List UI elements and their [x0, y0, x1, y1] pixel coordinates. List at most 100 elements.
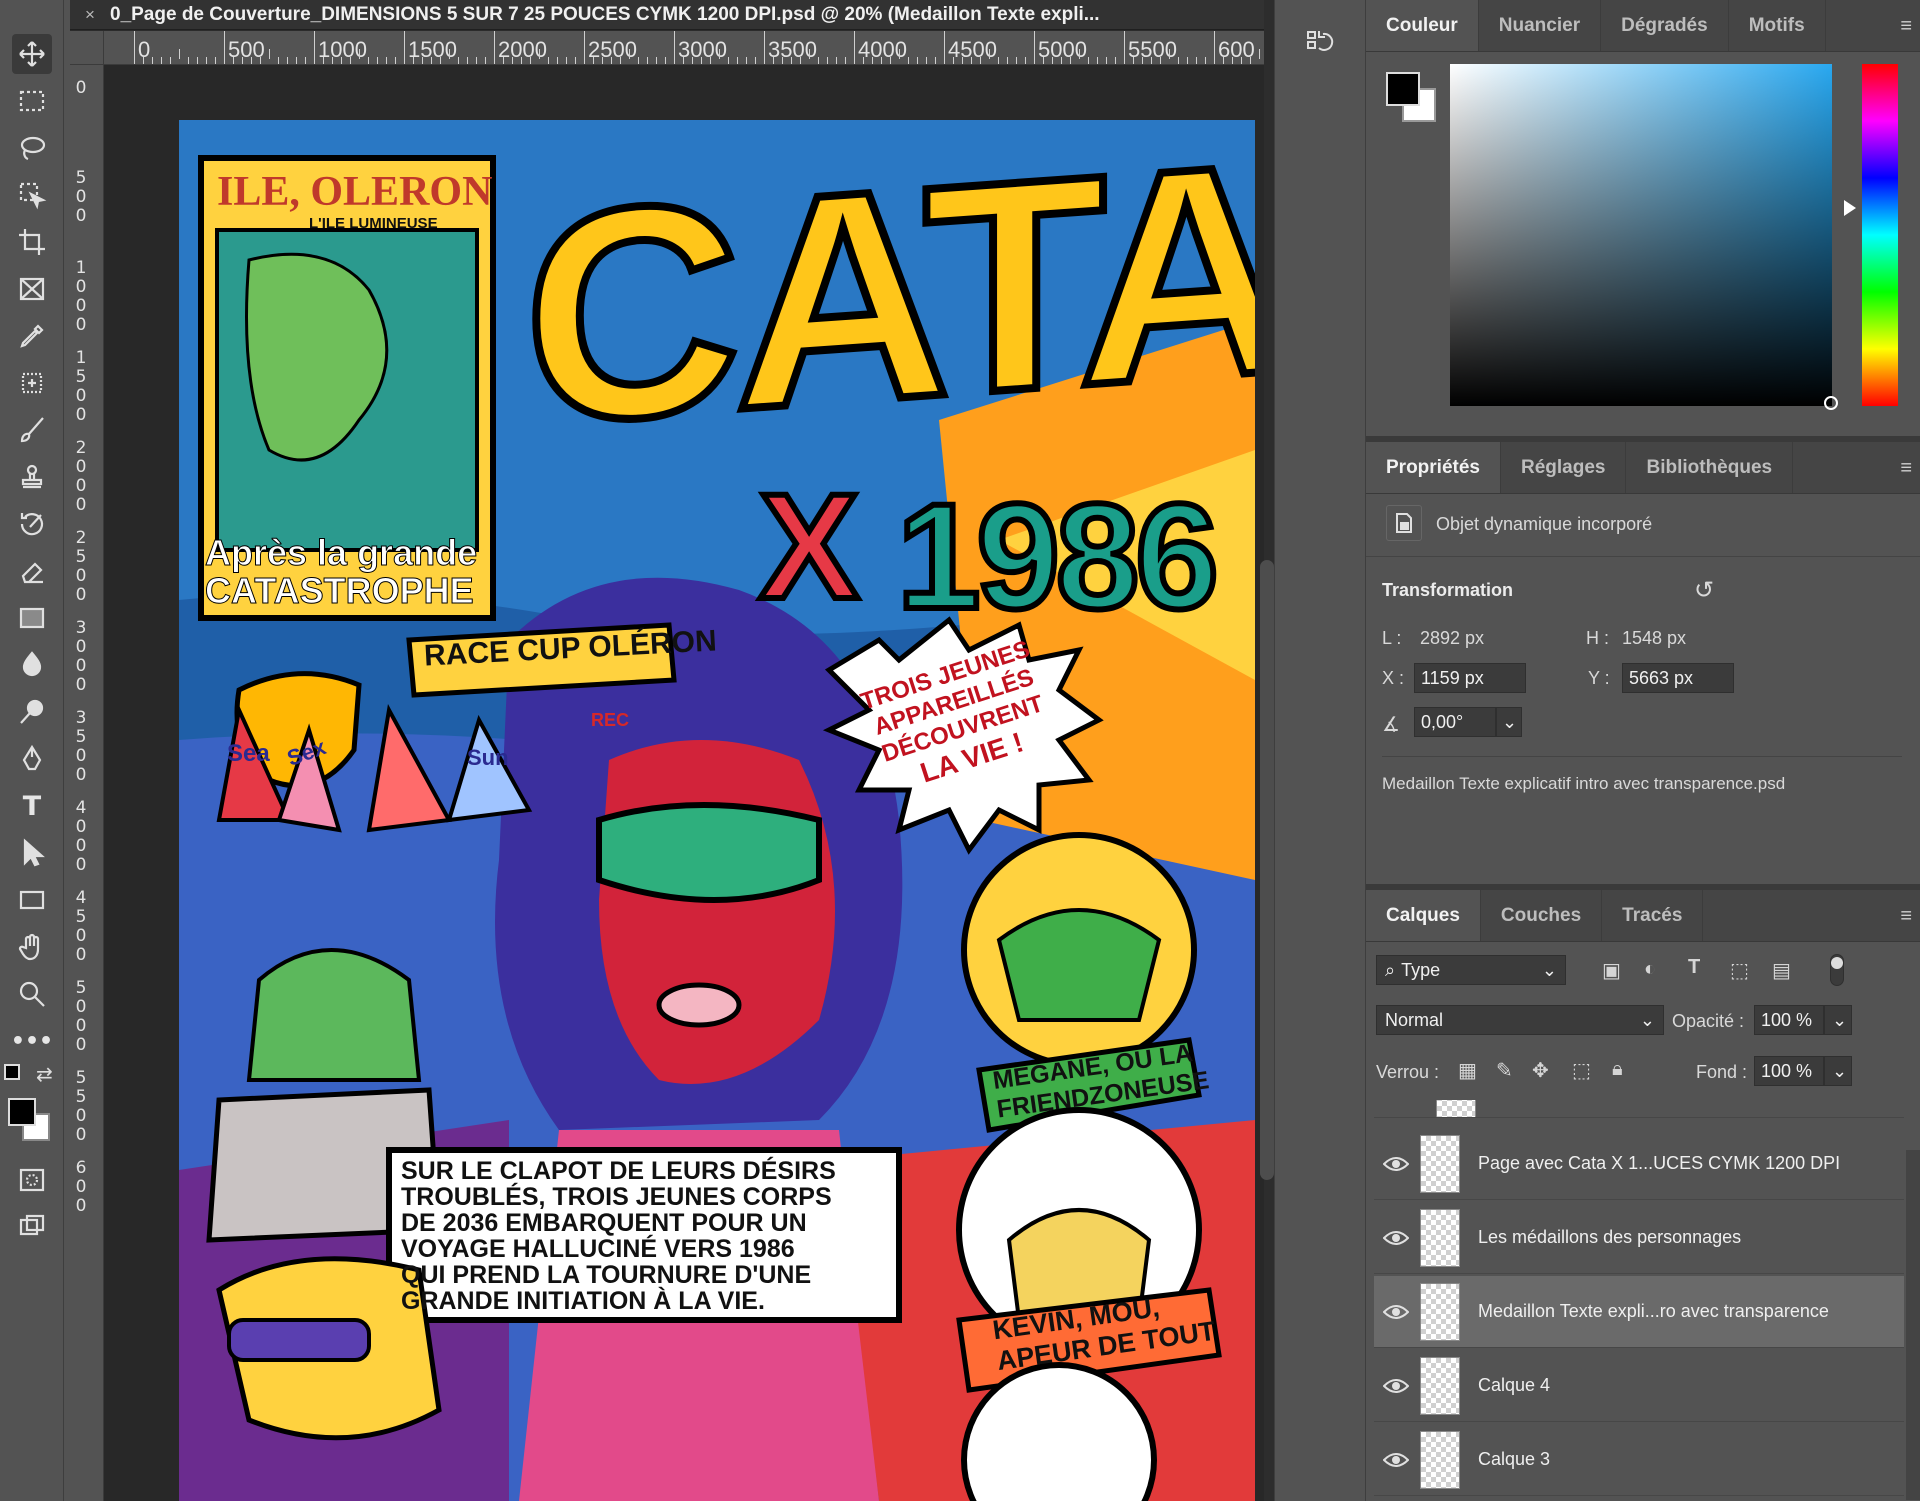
tab-degrades[interactable]: Dégradés: [1601, 0, 1729, 51]
layer-row[interactable]: Les médaillons des personnages: [1374, 1202, 1904, 1274]
history-panel-icon[interactable]: [1305, 28, 1335, 65]
filter-adjustment-layer-icon[interactable]: ◐: [1644, 958, 1656, 981]
tab-bibliotheques[interactable]: Bibliothèques: [1626, 442, 1794, 493]
ruler-minor-tick: [1169, 49, 1170, 59]
move-tool-icon[interactable]: [12, 34, 52, 74]
lock-all-padlock-icon[interactable]: 🔒︎: [1612, 1058, 1623, 1081]
ruler-minor-tick: [1043, 57, 1044, 64]
panel-menu-icon[interactable]: ≡: [1900, 457, 1912, 480]
x-position-field[interactable]: 1159 px: [1414, 663, 1526, 693]
more-tools-icon[interactable]: •••: [11, 1021, 53, 1061]
tab-proprietes[interactable]: Propriétés: [1366, 442, 1501, 493]
layer-name[interactable]: Page avec Cata X 1...UCES CYMK 1200 DPI: [1478, 1153, 1840, 1174]
screen-mode-icon[interactable]: [12, 1206, 52, 1246]
brush-tool-icon[interactable]: [12, 410, 52, 450]
width-value[interactable]: 2892 px: [1420, 628, 1484, 649]
tab-traces[interactable]: Tracés: [1602, 890, 1704, 941]
ruler-minor-tick: [215, 57, 216, 64]
crop-tool-icon[interactable]: [12, 222, 52, 262]
layer-row[interactable]: Page avec Cata X 1...UCES CYMK 1200 DPI: [1374, 1128, 1904, 1200]
panel-menu-icon[interactable]: ≡: [1900, 905, 1912, 928]
tab-motifs[interactable]: Motifs: [1729, 0, 1826, 51]
object-selection-tool-icon[interactable]: [12, 175, 52, 215]
hand-tool-icon[interactable]: [12, 927, 52, 967]
ruler-tick: [944, 31, 945, 64]
dodge-tool-icon[interactable]: [12, 692, 52, 732]
filter-type-layer-icon[interactable]: T: [1688, 956, 1700, 979]
panel-menu-icon[interactable]: ≡: [1900, 15, 1912, 38]
lock-transparency-icon[interactable]: ▦: [1458, 1058, 1477, 1083]
layer-name[interactable]: Calque 3: [1478, 1449, 1550, 1470]
ruler-minor-tick: [1187, 57, 1188, 64]
layers-scrollbar[interactable]: [1906, 1150, 1920, 1500]
frame-tool-icon[interactable]: [12, 269, 52, 309]
lock-position-move-icon[interactable]: ✥: [1532, 1058, 1549, 1083]
horizontal-ruler[interactable]: 0 500 1000 1500 2000 2500 3000 3500 4000 4500 5000…: [104, 31, 1264, 65]
y-position-field[interactable]: 5663 px: [1622, 663, 1734, 693]
lock-artboard-icon[interactable]: ⬚: [1572, 1058, 1591, 1083]
blur-tool-icon[interactable]: [12, 645, 52, 685]
gradient-tool-icon[interactable]: [12, 598, 52, 638]
hue-slider-arrow[interactable]: [1844, 200, 1856, 216]
filter-toggle-switch[interactable]: [1830, 954, 1844, 986]
lock-pixels-brush-icon[interactable]: ✎: [1496, 1058, 1513, 1083]
angle-dropdown-chevron-icon[interactable]: ⌄: [1496, 707, 1522, 737]
close-document-icon[interactable]: ×: [70, 5, 110, 25]
tab-nuancier[interactable]: Nuancier: [1479, 0, 1602, 51]
canvas-pasteboard[interactable]: CATA X 1986 ILE, OLERON L'ILE LUMINEUSE …: [104, 65, 1264, 1501]
vertical-ruler[interactable]: 0500100015002000250030003500400045005000…: [70, 65, 104, 1501]
chevron-down-icon: ⌄: [1541, 959, 1557, 980]
visibility-eye-icon[interactable]: [1374, 1451, 1418, 1469]
cover-artwork[interactable]: CATA X 1986 ILE, OLERON L'ILE LUMINEUSE …: [179, 120, 1255, 1501]
height-value[interactable]: 1548 px: [1622, 628, 1686, 649]
eyedropper-tool-icon[interactable]: [12, 316, 52, 356]
document-scrollbar-thumb[interactable]: [1260, 560, 1274, 1180]
history-brush-tool-icon[interactable]: [12, 504, 52, 544]
lasso-tool-icon[interactable]: [12, 128, 52, 168]
layer-name[interactable]: Calque 4: [1478, 1375, 1550, 1396]
ruler-origin[interactable]: [70, 31, 104, 65]
type-tool-icon[interactable]: T: [12, 786, 52, 826]
visibility-eye-icon[interactable]: [1374, 1303, 1418, 1321]
layer-name[interactable]: Medaillon Texte expli...ro avec transpar…: [1478, 1301, 1829, 1322]
eraser-tool-icon[interactable]: [12, 551, 52, 591]
fill-slider-chevron-icon[interactable]: ⌄: [1824, 1056, 1852, 1086]
angle-field[interactable]: 0,00°: [1414, 707, 1496, 737]
tab-reglages[interactable]: Réglages: [1501, 442, 1627, 493]
foreground-color-swatch[interactable]: [8, 1098, 36, 1126]
layer-row[interactable]: Calque 3: [1374, 1424, 1904, 1496]
filter-shape-layer-icon[interactable]: ⬚: [1730, 958, 1749, 983]
path-selection-tool-icon[interactable]: [12, 833, 52, 873]
tab-couleur[interactable]: Couleur: [1366, 0, 1479, 51]
fill-field[interactable]: 100 %: [1754, 1056, 1824, 1086]
blend-mode-select[interactable]: Normal ⌄: [1376, 1005, 1664, 1035]
clone-stamp-tool-icon[interactable]: [12, 457, 52, 497]
opacity-slider-chevron-icon[interactable]: ⌄: [1824, 1005, 1852, 1035]
layer-name[interactable]: Les médaillons des personnages: [1478, 1227, 1741, 1248]
tab-couches[interactable]: Couches: [1481, 890, 1603, 941]
visibility-eye-icon[interactable]: [1374, 1229, 1418, 1247]
visibility-eye-icon[interactable]: [1374, 1377, 1418, 1395]
hue-slider[interactable]: [1862, 64, 1898, 406]
layer-row-partial[interactable]: [1374, 1100, 1904, 1118]
visibility-eye-icon[interactable]: [1374, 1155, 1418, 1173]
filter-smart-object-icon[interactable]: ▤: [1772, 958, 1791, 983]
color-field[interactable]: [1450, 64, 1832, 406]
opacity-field[interactable]: 100 %: [1754, 1005, 1824, 1035]
filter-pixel-layer-icon[interactable]: ▣: [1602, 958, 1621, 983]
pen-tool-icon[interactable]: [12, 739, 52, 779]
swap-colors-icon[interactable]: ⇄: [36, 1062, 53, 1087]
tab-calques[interactable]: Calques: [1366, 890, 1481, 941]
reset-transform-icon[interactable]: ↺: [1694, 576, 1714, 605]
document-tab[interactable]: × 0_Page de Couverture_DIMENSIONS 5 SUR …: [70, 0, 1264, 30]
color-panel-foreground-swatch[interactable]: [1386, 72, 1420, 106]
layer-row[interactable]: Medaillon Texte expli...ro avec transpar…: [1374, 1276, 1904, 1348]
layer-filter-select[interactable]: ⌕ Type ⌄: [1376, 955, 1566, 985]
rectangle-tool-icon[interactable]: [12, 880, 52, 920]
default-colors-icon[interactable]: [4, 1064, 20, 1080]
layer-row[interactable]: Calque 4: [1374, 1350, 1904, 1422]
healing-brush-tool-icon[interactable]: [12, 363, 52, 403]
marquee-tool-icon[interactable]: [12, 81, 52, 121]
quick-mask-icon[interactable]: [12, 1160, 52, 1200]
zoom-tool-icon[interactable]: [12, 974, 52, 1014]
